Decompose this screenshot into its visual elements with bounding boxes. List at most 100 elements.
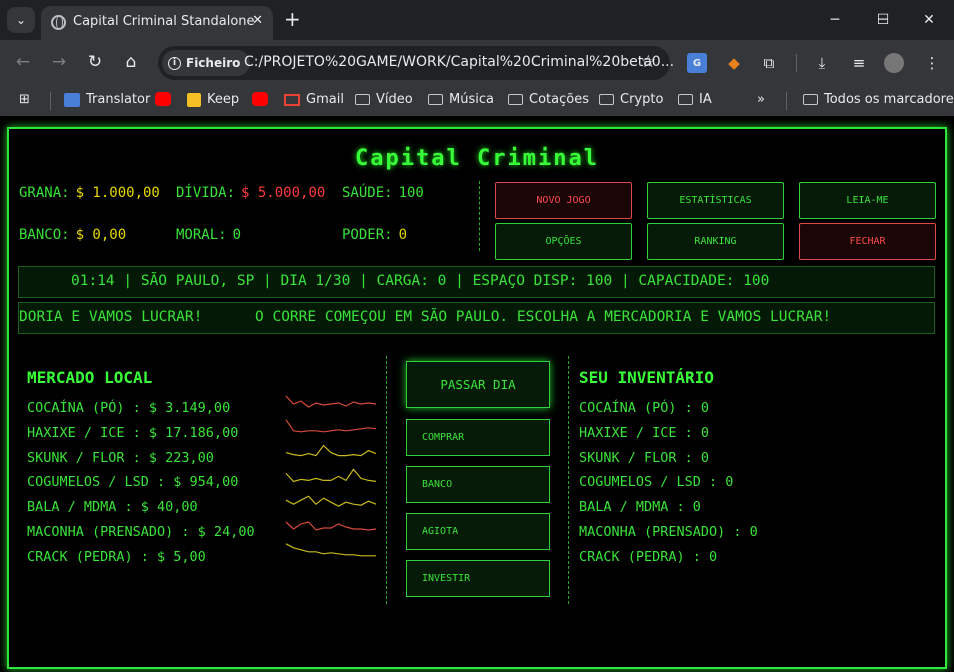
gmail-icon [284, 93, 300, 106]
inventory-item: HAXIXE / ICE : 0 [579, 424, 710, 441]
inventory-divider [568, 356, 569, 604]
media-icon[interactable]: ≡ [849, 53, 869, 73]
bookmark-folder-ia[interactable]: IA [678, 92, 712, 107]
bookmark-gmail[interactable]: Gmail [284, 92, 344, 107]
bookmark-folder-musica[interactable]: Música [428, 92, 494, 107]
tab-search-button[interactable]: ⌄ [7, 7, 35, 33]
inventory-item: BALA / MDMA : 0 [579, 499, 701, 516]
star-icon[interactable]: ☆ [641, 52, 656, 72]
youtube-icon [252, 92, 268, 106]
investir-button[interactable]: INVESTIR [406, 560, 550, 597]
bookmark-keep[interactable]: Keep [187, 92, 239, 107]
stat-value: $ 0,00 [75, 227, 127, 243]
inventory-item: COGUMELOS / LSD : 0 [579, 474, 734, 491]
folder-icon [803, 94, 818, 105]
bookmark-label: Todos os marcadores [824, 92, 954, 107]
bookmark-translator[interactable]: Translator [64, 92, 150, 107]
stats-divider [479, 181, 480, 251]
stat-grana: GRANA: $ 1.000,00 [19, 185, 160, 201]
market-item[interactable]: COGUMELOS / LSD : $ 954,00 [27, 474, 238, 490]
forward-icon[interactable]: → [48, 52, 70, 72]
avatar[interactable] [884, 53, 904, 73]
more-bookmarks-icon[interactable]: » [757, 92, 765, 107]
agiota-button[interactable]: AGIOTA [406, 513, 550, 550]
sparkline-1 [285, 419, 377, 433]
stat-saude: SAÚDE: 100 [342, 185, 424, 201]
puzzle-icon[interactable]: ⧉ [759, 53, 779, 73]
game-viewport: Capital Criminal GRANA: $ 1.000,00 DÍVIDA… [0, 116, 954, 672]
folder-icon [428, 94, 443, 105]
bookmarks-divider [50, 92, 51, 110]
browser-tab[interactable]: Capital Criminal Standalone ✕ [41, 6, 273, 40]
comprar-button[interactable]: COMPRAR [406, 419, 550, 456]
tab-title: Capital Criminal Standalone [73, 14, 255, 29]
bookmarks-bar: ⊞ Translator Keep Gmail Vídeo Música Cot… [0, 86, 954, 116]
market-title: MERCADO LOCAL [27, 368, 153, 387]
address-bar[interactable]: i Ficheiro C:/PROJETO%20GAME/WORK/Capita… [158, 46, 674, 80]
market-item[interactable]: SKUNK / FLOR : $ 223,00 [27, 450, 214, 466]
stat-value: 0 [398, 227, 408, 243]
estatisticas-button[interactable]: ESTATÍSTICAS [647, 182, 784, 219]
site-info-chip[interactable]: i Ficheiro [162, 50, 251, 76]
url-text[interactable]: C:/PROJETO%20GAME/WORK/Capital%20Crimina… [244, 54, 674, 70]
folder-icon [678, 94, 693, 105]
folder-icon [355, 94, 370, 105]
back-icon[interactable]: ← [12, 52, 34, 72]
market-divider [386, 356, 387, 604]
home-icon[interactable]: ⌂ [120, 52, 142, 72]
reload-icon[interactable]: ↻ [84, 52, 106, 72]
novo-jogo-button[interactable]: NOVO JOGO [495, 182, 632, 219]
bookmark-folder-video[interactable]: Vídeo [355, 92, 413, 107]
ticker-text-a: DORIA E VAMOS LUCRAR! [19, 309, 203, 325]
game-title: Capital Criminal [355, 146, 599, 171]
market-item[interactable]: HAXIXE / ICE : $ 17.186,00 [27, 425, 238, 441]
bookmark-folder-crypto[interactable]: Crypto [599, 92, 663, 107]
stat-value: $ 1.000,00 [75, 185, 160, 201]
sparkline-4 [285, 495, 377, 507]
market-item[interactable]: CRACK (PEDRA) : $ 5,00 [27, 549, 206, 565]
bookmark-folder-all[interactable]: Todos os marcadores [803, 92, 954, 107]
bookmark-label: Crypto [620, 92, 664, 107]
browser-titlebar: ⌄ Capital Criminal Standalone ✕ + ─ ─ ☐ … [0, 0, 954, 40]
apps-grid-icon[interactable]: ⊞ [19, 92, 30, 107]
new-tab-button[interactable]: + [284, 7, 301, 31]
stat-banco: BANCO: $ 0,00 [19, 227, 126, 243]
bookmark-youtube-2[interactable] [252, 92, 268, 106]
fechar-button[interactable]: FECHAR [799, 223, 936, 260]
translate-extension-icon[interactable]: G [687, 53, 707, 73]
bookmark-folder-cotacoes[interactable]: Cotações [508, 92, 589, 107]
market-item[interactable]: COCAÍNA (PÓ) : $ 3.149,00 [27, 400, 230, 416]
chevron-down-icon: ⌄ [15, 13, 27, 27]
stat-value: $ 5.000,00 [241, 185, 326, 201]
bookmark-label: IA [699, 92, 712, 107]
bookmark-label: Vídeo [376, 92, 413, 107]
market-item[interactable]: BALA / MDMA : $ 40,00 [27, 499, 198, 515]
ranking-button[interactable]: RANKING [647, 223, 784, 260]
leia-me-button[interactable]: LEIA-ME [799, 182, 936, 219]
passar-dia-button[interactable]: PASSAR DIA [406, 361, 550, 408]
kebab-menu-icon[interactable]: ⋮ [922, 53, 942, 73]
globe-icon [51, 15, 66, 30]
market-item[interactable]: MACONHA (PRENSADO) : $ 24,00 [27, 524, 255, 540]
close-icon[interactable]: ✕ [252, 13, 263, 28]
bookmark-label: Keep [207, 92, 240, 107]
fox-extension-icon[interactable]: ◆ [724, 53, 744, 73]
opcoes-button[interactable]: OPÇÕES [495, 223, 632, 260]
banco-button[interactable]: BANCO [406, 466, 550, 503]
folder-icon [508, 94, 523, 105]
stat-poder: PODER: 0 [342, 227, 407, 243]
news-ticker: DORIA E VAMOS LUCRAR! O CORRE COMEÇOU EM… [18, 302, 935, 334]
bookmark-label: Música [449, 92, 494, 107]
download-icon[interactable]: ⤓ [812, 53, 832, 73]
ticker-text-b: O CORRE COMEÇOU EM SÃO PAULO. ESCOLHA A … [255, 309, 832, 325]
status-text: 01:14 | SÃO PAULO, SP | DIA 1/30 | CARGA… [71, 273, 770, 289]
toolbar-divider [796, 54, 797, 72]
sparkline-2 [285, 444, 377, 457]
close-window-button[interactable]: ✕ [906, 6, 952, 34]
bookmark-youtube[interactable] [155, 92, 171, 106]
site-chip-label: Ficheiro [186, 56, 241, 70]
minimize-button[interactable]: ─ [812, 6, 858, 34]
browser-toolbar: ← → ↻ ⌂ i Ficheiro C:/PROJETO%20GAME/WOR… [0, 40, 954, 86]
inventory-title: SEU INVENTÁRIO [579, 368, 714, 387]
maximize-button[interactable]: ☐ [860, 6, 906, 34]
